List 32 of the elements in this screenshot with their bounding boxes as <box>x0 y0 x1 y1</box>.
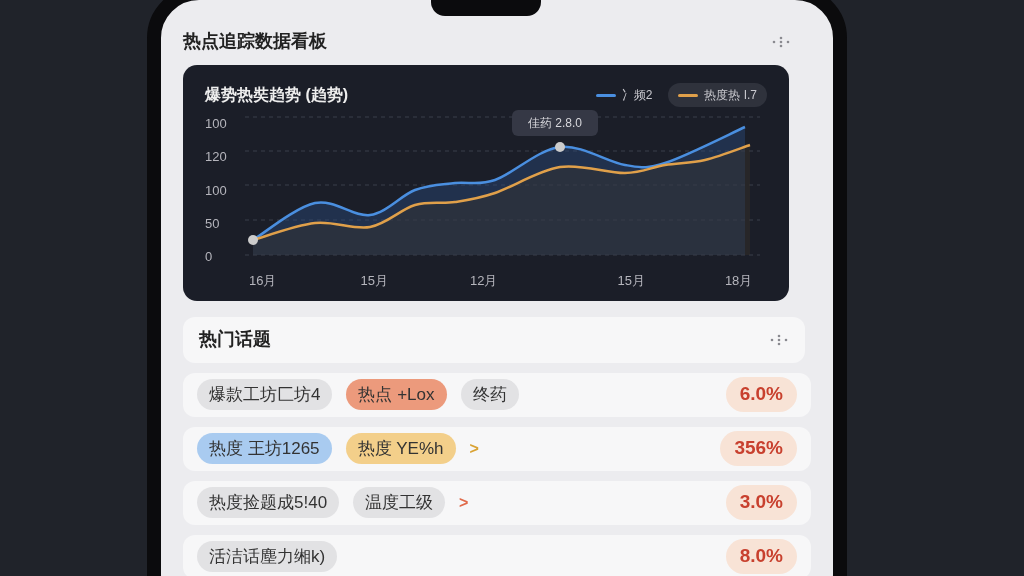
topic-tag: 热点 +Lox <box>346 378 447 411</box>
x-axis-label: 12月 <box>469 272 498 290</box>
topic-row[interactable]: 热度捡题成5!40 温度工级 > 3.0% <box>183 480 811 525</box>
topic-tag: 热度 YE%h <box>345 432 456 465</box>
y-axis-label: 120 <box>205 150 228 164</box>
topic-tag: 热度 王坊1265 <box>197 432 332 465</box>
topic-tag: 温度工级 <box>353 486 446 519</box>
legend-item[interactable]: 冫频2 <box>585 83 663 107</box>
topic-row[interactable]: 活洁话塵力缃k) 8.0% <box>183 534 811 576</box>
topic-tag: 活洁话塵力缃k) <box>197 540 338 573</box>
x-axis-label: 15月 <box>617 272 645 290</box>
percent-badge: 6.0% <box>725 377 797 412</box>
y-axis-label: 0 <box>205 250 214 263</box>
percent-badge: 3.0% <box>725 485 797 520</box>
topic-row[interactable]: 热度 王坊1265 热度 YE%h > 356% <box>183 426 811 471</box>
y-axis-label: 100 <box>205 183 228 197</box>
topic-tag: 爆款工坊匚坊4 <box>197 378 333 411</box>
percent-badge: 8.0% <box>725 539 797 574</box>
x-axis-label: 16月 <box>249 272 277 290</box>
y-axis-label: 50 <box>205 216 221 230</box>
topic-tag: 热度捡题成5!40 <box>197 486 340 519</box>
topic-row[interactable]: 爆款工坊匚坊4 热点 +Lox 终药 6.0% <box>183 372 811 417</box>
x-axis-label: 15月 <box>360 272 388 290</box>
x-axis-label: 18月 <box>724 272 753 290</box>
percent-badge: 356% <box>720 431 797 466</box>
chart-title: 爆势热奘趋势 (趋势) <box>205 85 349 105</box>
topic-tag: 终药 <box>460 378 519 411</box>
legend-item[interactable]: 热度热 I.7 <box>668 83 767 107</box>
chart-tooltip: 佳药 2.8.0 <box>512 110 599 136</box>
topics-title: 热门话题 <box>199 328 271 351</box>
y-axis-label: 100 <box>205 117 228 130</box>
dashboard-title: 热点追踪数据看板 <box>183 30 327 53</box>
